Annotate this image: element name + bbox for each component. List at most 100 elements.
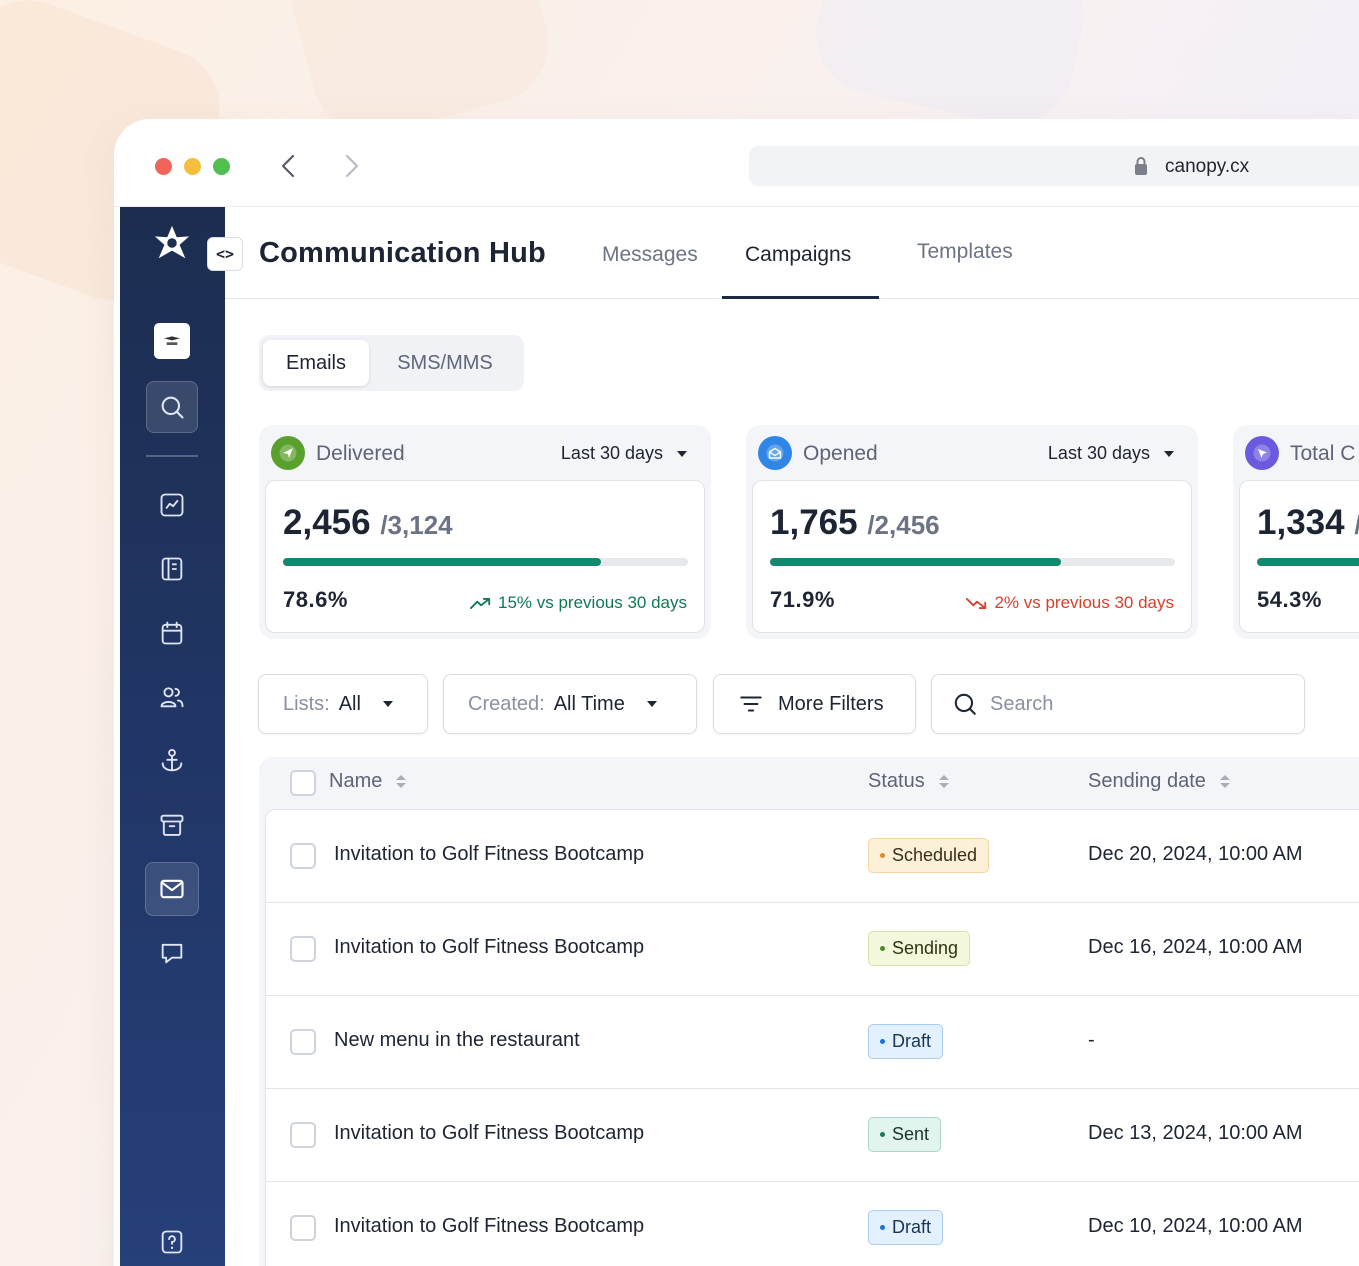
tab-messages[interactable]: Messages: [602, 243, 698, 267]
background-shape: [805, 0, 1095, 136]
sending-date: Dec 13, 2024, 10:00 AM: [1088, 1122, 1303, 1144]
status-dot: [880, 1225, 885, 1230]
status-label: Scheduled: [892, 845, 978, 865]
close-window-dot[interactable]: [155, 158, 172, 175]
chevron-down-icon: [1164, 450, 1174, 457]
stat-percent: 54.3%: [1257, 587, 1322, 612]
chevron-down-icon: [646, 701, 657, 707]
stat-value: 1,334 /: [1257, 503, 1359, 543]
row-checkbox[interactable]: [290, 1215, 316, 1241]
maximize-window-dot[interactable]: [213, 158, 230, 175]
table-row[interactable]: Invitation to Golf Fitness Bootcamp Sche…: [266, 810, 1359, 903]
table-row[interactable]: Invitation to Golf Fitness Bootcamp Draf…: [266, 1182, 1359, 1266]
sidebar-divider: [146, 455, 198, 457]
browser-chrome: canopy.cx: [114, 119, 1359, 207]
open-mail-icon: [758, 436, 792, 470]
stat-card-opened: Opened Last 30 days 1,765 /2,456 71.9% 2…: [746, 425, 1198, 639]
sort-icon: [938, 775, 949, 788]
analytics-icon[interactable]: [146, 479, 198, 531]
range-dropdown[interactable]: Last 30 days: [1048, 443, 1174, 464]
sort-icon: [1219, 775, 1230, 788]
top-bar: <> Communication Hub Messages Campaigns …: [207, 207, 1359, 299]
lists-filter-dropdown[interactable]: Lists: All: [258, 674, 428, 734]
stat-body: 1,765 /2,456 71.9% 2% vs previous 30 day…: [752, 480, 1192, 633]
forward-arrow-icon[interactable]: [339, 153, 363, 179]
search-icon[interactable]: [146, 381, 198, 433]
main-content: <> Communication Hub Messages Campaigns …: [207, 207, 1359, 1266]
column-header-sending-date[interactable]: Sending date: [1088, 770, 1230, 793]
progress-bar: [283, 558, 688, 566]
stat-value: 1,765 /2,456: [770, 503, 940, 543]
trend-indicator: 15% vs previous 30 days: [470, 593, 687, 613]
status-label: Draft: [892, 1217, 932, 1237]
row-checkbox[interactable]: [290, 1122, 316, 1148]
tab-templates[interactable]: Templates: [917, 240, 1013, 264]
minimize-window-dot[interactable]: [184, 158, 201, 175]
filter-value: All: [338, 692, 361, 715]
stat-card-total-clicks: Total C 1,334 / 54.3%: [1233, 425, 1359, 639]
trend-indicator: 2% vs previous 30 days: [966, 593, 1174, 613]
status-label: Sending: [892, 938, 959, 958]
calendar-icon[interactable]: [146, 607, 198, 659]
column-header-status[interactable]: Status: [868, 770, 949, 793]
channel-sms-button[interactable]: SMS/MMS: [375, 340, 515, 386]
back-arrow-icon[interactable]: [277, 153, 301, 179]
campaign-name: Invitation to Golf Fitness Bootcamp: [334, 843, 645, 865]
status-dot: [880, 1039, 885, 1044]
filter-value: All Time: [553, 692, 625, 715]
status-label: Sent: [892, 1124, 930, 1144]
sending-date: Dec 10, 2024, 10:00 AM: [1088, 1215, 1303, 1237]
campaign-name: Invitation to Golf Fitness Bootcamp: [334, 1215, 645, 1237]
stat-total: /2,456: [867, 510, 940, 540]
archive-icon[interactable]: [146, 799, 198, 851]
stat-count: 2,456: [283, 503, 371, 542]
search-input[interactable]: Search: [931, 674, 1305, 734]
sidebar: [120, 207, 225, 1266]
notebook-icon[interactable]: [146, 543, 198, 595]
row-checkbox[interactable]: [290, 1029, 316, 1055]
active-tab-indicator: [722, 296, 879, 299]
anchor-icon[interactable]: [146, 735, 198, 787]
status-badge: Scheduled: [868, 838, 990, 873]
tab-campaigns[interactable]: Campaigns: [745, 243, 851, 267]
status-badge: Sent: [868, 1117, 942, 1152]
logo-icon[interactable]: [146, 217, 198, 269]
mail-icon[interactable]: [145, 862, 199, 916]
status-dot: [880, 853, 885, 858]
table-row[interactable]: Invitation to Golf Fitness Bootcamp Sent…: [266, 1089, 1359, 1182]
workspace-avatar[interactable]: [146, 315, 198, 367]
select-all-checkbox[interactable]: [290, 770, 316, 796]
help-icon[interactable]: [146, 1216, 198, 1266]
stat-percent: 78.6%: [283, 587, 348, 612]
filter-lines-icon: [740, 696, 762, 712]
chat-icon[interactable]: [146, 927, 198, 979]
url-bar[interactable]: canopy.cx: [749, 146, 1359, 186]
users-icon[interactable]: [146, 671, 198, 723]
stat-percent: 71.9%: [770, 587, 835, 612]
stat-value: 2,456 /3,124: [283, 503, 453, 543]
table-row[interactable]: New menu in the restaurant Draft -: [266, 996, 1359, 1089]
status-badge: Draft: [868, 1210, 944, 1245]
stat-body: 2,456 /3,124 78.6% 15% vs previous 30 da…: [265, 480, 705, 633]
sort-icon: [396, 775, 407, 788]
collapse-sidebar-button[interactable]: <>: [207, 237, 243, 271]
stat-count: 1,334: [1257, 503, 1345, 542]
row-checkbox[interactable]: [290, 843, 316, 869]
created-filter-dropdown[interactable]: Created: All Time: [443, 674, 697, 734]
row-checkbox[interactable]: [290, 936, 316, 962]
range-dropdown[interactable]: Last 30 days: [561, 443, 687, 464]
table-row[interactable]: Invitation to Golf Fitness Bootcamp Send…: [266, 903, 1359, 996]
campaign-name: New menu in the restaurant: [334, 1029, 580, 1051]
channel-emails-button[interactable]: Emails: [263, 340, 369, 386]
range-label: Last 30 days: [1047, 443, 1150, 463]
click-icon: [1245, 436, 1279, 470]
trend-text: 2% vs previous 30 days: [994, 593, 1174, 612]
stat-count: 1,765: [770, 503, 858, 542]
column-header-name[interactable]: Name: [329, 770, 407, 793]
campaign-name: Invitation to Golf Fitness Bootcamp: [334, 1122, 645, 1144]
column-label: Sending date: [1088, 770, 1206, 792]
progress-fill: [1257, 558, 1359, 566]
search-placeholder: Search: [990, 692, 1054, 715]
status-badge: Sending: [868, 931, 971, 966]
more-filters-button[interactable]: More Filters: [713, 674, 916, 734]
